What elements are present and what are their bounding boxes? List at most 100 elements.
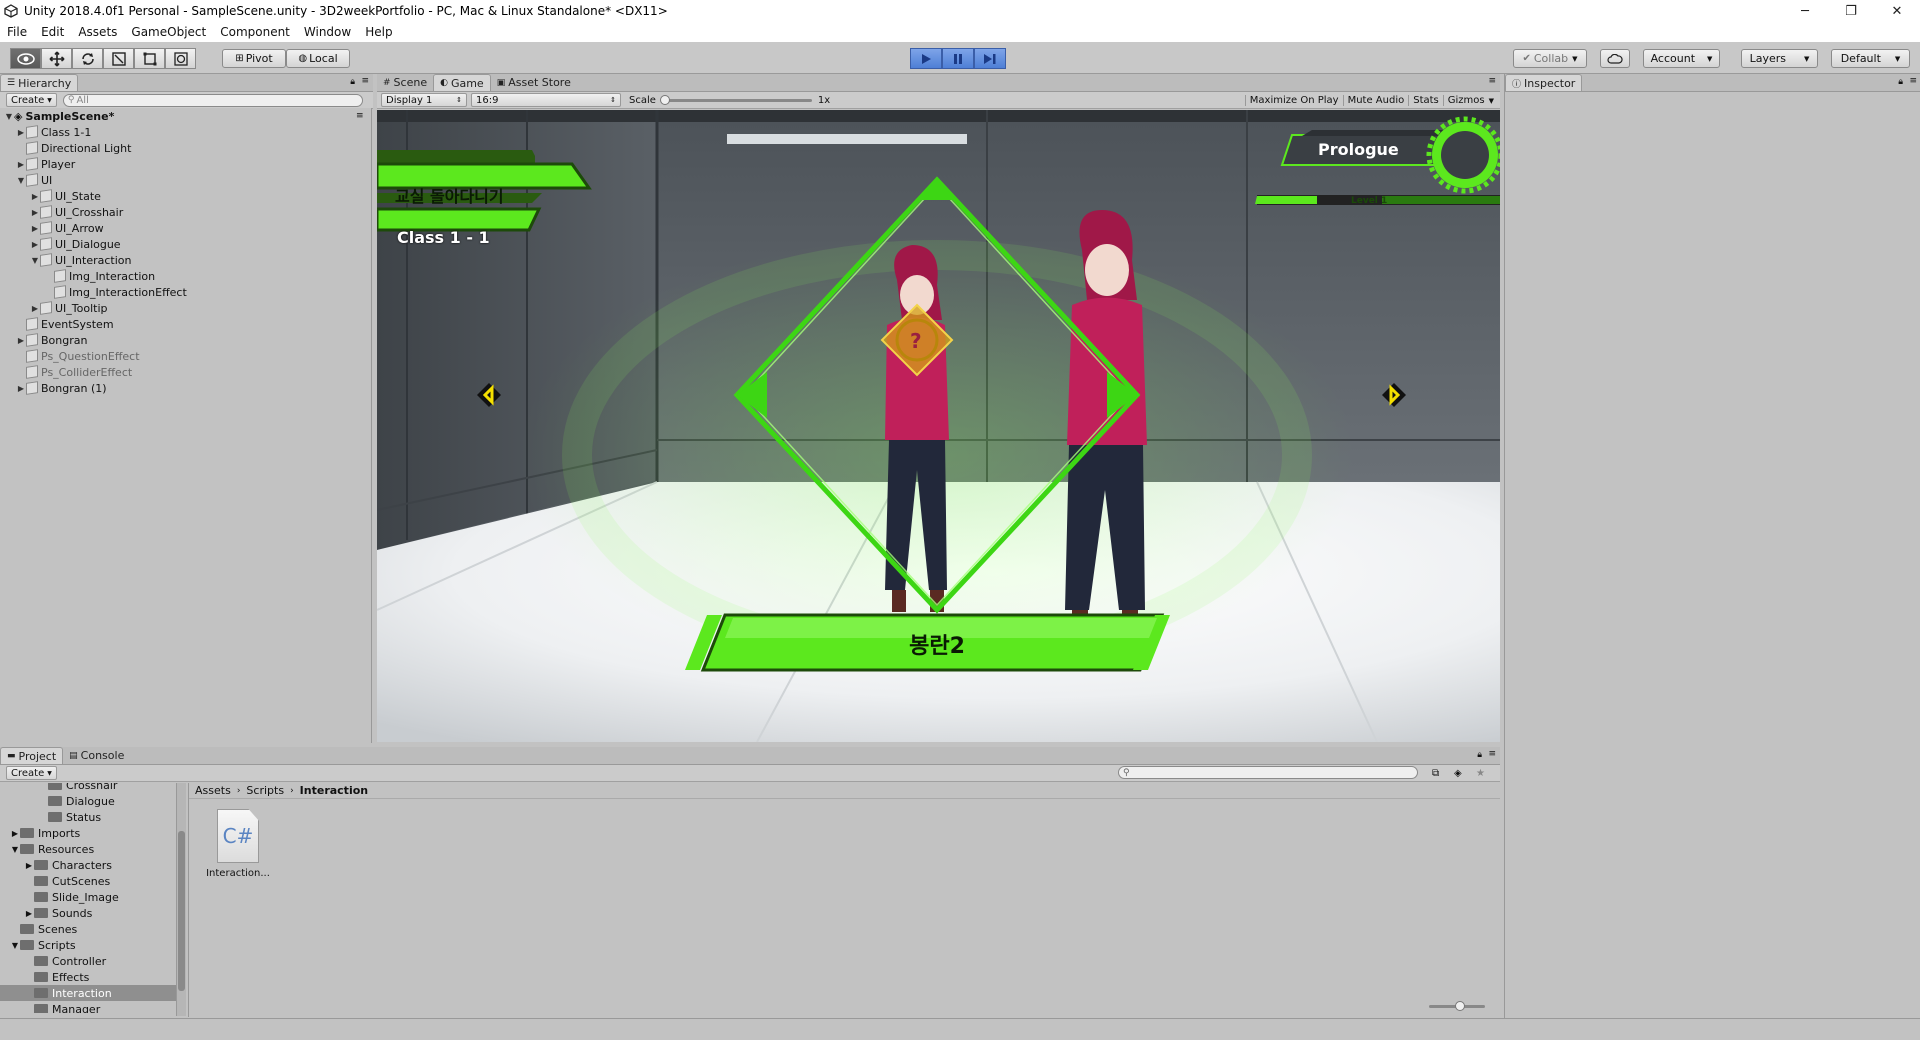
view-tool-button[interactable] — [10, 48, 41, 69]
chevron-right-icon[interactable]: ▶ — [16, 384, 26, 393]
pivot-toggle[interactable]: ⊞ Pivot — [222, 49, 286, 68]
hierarchy-row[interactable]: ▶ UI_Tooltip — [30, 300, 108, 316]
hierarchy-row[interactable]: Ps_ColliderEffect — [16, 364, 132, 380]
hierarchy-create-button[interactable]: Create ▼ — [6, 93, 57, 107]
hierarchy-row[interactable]: Directional Light — [16, 140, 131, 156]
scroll-thumb[interactable] — [178, 831, 185, 991]
hierarchy-row[interactable]: Img_InteractionEffect — [44, 284, 187, 300]
hierarchy-row[interactable]: ▼ UI — [16, 172, 52, 188]
chevron-right-icon[interactable]: ▶ — [24, 909, 34, 918]
rotate-tool-button[interactable] — [72, 48, 103, 69]
breadcrumb-interaction[interactable]: Interaction — [300, 784, 368, 797]
tab-scene[interactable]: # Scene — [377, 74, 433, 91]
chevron-right-icon[interactable]: ▶ — [30, 240, 40, 249]
transform-tool-button[interactable] — [165, 48, 196, 69]
chevron-down-icon[interactable]: ▼ — [30, 256, 40, 265]
chevron-down-icon[interactable]: ▼ — [4, 112, 14, 121]
move-tool-button[interactable] — [41, 48, 72, 69]
panel-menu-icon[interactable]: ≡ — [1488, 749, 1496, 759]
project-folder-row[interactable]: Dialogue — [0, 793, 176, 809]
scene-root-row[interactable]: ▼ ◈ SampleScene* ≡ — [4, 108, 364, 124]
project-folder-row[interactable]: ▼ Scripts — [0, 937, 176, 953]
lock-icon[interactable]: 🔒︎ — [1898, 77, 1903, 87]
chevron-down-icon[interactable]: ▼ — [10, 941, 20, 950]
panel-menu-icon[interactable]: ≡ — [361, 76, 369, 86]
filter-type-icon[interactable]: ⧉ — [1432, 768, 1439, 779]
chevron-right-icon[interactable]: ▶ — [24, 861, 34, 870]
menu-component[interactable]: Component — [213, 25, 297, 39]
hierarchy-row[interactable]: ▶ Player — [16, 156, 75, 172]
project-folder-row[interactable]: Slide_Image — [0, 889, 176, 905]
panel-menu-icon[interactable]: ≡ — [1488, 76, 1496, 86]
menu-help[interactable]: Help — [358, 25, 399, 39]
chevron-right-icon[interactable]: ▶ — [30, 224, 40, 233]
pause-button[interactable] — [942, 48, 974, 69]
game-view[interactable]: 교실 돌아다니기 Class 1 - 1 Prologue Level 1 ? … — [377, 110, 1500, 742]
hierarchy-row[interactable]: ▶ UI_Dialogue — [30, 236, 121, 252]
chevron-right-icon[interactable]: ▶ — [16, 336, 26, 345]
aspect-dropdown[interactable]: 16:9 ⇕ — [471, 93, 621, 107]
chevron-right-icon[interactable]: ▶ — [30, 208, 40, 217]
chevron-down-icon[interactable]: ▼ — [10, 845, 20, 854]
chevron-right-icon[interactable]: ▶ — [30, 192, 40, 201]
layout-dropdown[interactable]: Default ▼ — [1831, 49, 1910, 68]
chevron-down-icon[interactable]: ▼ — [1489, 97, 1494, 105]
play-button[interactable] — [910, 48, 942, 69]
project-folder-row[interactable]: Crosshair — [0, 783, 176, 793]
menu-window[interactable]: Window — [297, 25, 358, 39]
favorite-star-icon[interactable]: ★ — [1476, 768, 1485, 779]
restore-button[interactable]: ❐ — [1828, 0, 1874, 22]
scale-tool-button[interactable] — [103, 48, 134, 69]
slider-thumb[interactable] — [659, 94, 670, 105]
menu-assets[interactable]: Assets — [71, 25, 124, 39]
slider-thumb[interactable] — [1455, 1001, 1465, 1011]
menu-gameobject[interactable]: GameObject — [124, 25, 213, 39]
hierarchy-row[interactable]: Ps_QuestionEffect — [16, 348, 140, 364]
project-search[interactable]: ⚲ — [1118, 766, 1418, 779]
chevron-right-icon[interactable]: ▶ — [10, 829, 20, 838]
project-folder-row[interactable]: CutScenes — [0, 873, 176, 889]
step-button[interactable] — [974, 48, 1006, 69]
panel-menu-icon[interactable]: ≡ — [1909, 76, 1917, 86]
tab-asset-store[interactable]: ▣ Asset Store — [491, 74, 577, 91]
layers-dropdown[interactable]: Layers ▼ — [1741, 49, 1818, 68]
tab-hierarchy[interactable]: ☰ Hierarchy — [0, 74, 79, 91]
lock-icon[interactable]: 🔒︎ — [350, 77, 355, 87]
close-button[interactable]: ✕ — [1874, 0, 1920, 22]
hierarchy-row[interactable]: ▶ UI_Arrow — [30, 220, 104, 236]
asset-tile[interactable]: C# Interaction... — [203, 809, 273, 879]
tab-console[interactable]: ▤ Console — [63, 747, 130, 764]
maximize-on-play-toggle[interactable]: Maximize On Play — [1244, 95, 1343, 106]
project-folder-row[interactable]: ▼ Resources — [0, 841, 176, 857]
menu-file[interactable]: File — [0, 25, 34, 39]
hierarchy-search[interactable]: ⚲ All — [62, 93, 363, 107]
project-folder-row[interactable]: ▶ Characters — [0, 857, 176, 873]
hierarchy-row[interactable]: ▶ Class 1-1 — [16, 124, 91, 140]
lock-icon[interactable]: 🔒︎ — [1477, 750, 1482, 760]
panel-menu-icon[interactable]: ≡ — [356, 111, 364, 121]
project-folder-row[interactable]: Scenes — [0, 921, 176, 937]
gizmos-dropdown[interactable]: Gizmos — [1442, 95, 1489, 106]
zoom-slider[interactable] — [1429, 1001, 1485, 1011]
breadcrumb-scripts[interactable]: Scripts — [246, 784, 284, 797]
hierarchy-row[interactable]: ▼ UI_Interaction — [30, 252, 131, 268]
hierarchy-row[interactable]: EventSystem — [16, 316, 114, 332]
menu-edit[interactable]: Edit — [34, 25, 71, 39]
tab-inspector[interactable]: ⓘ Inspector — [1505, 74, 1583, 91]
project-folder-row[interactable]: ▶ Sounds — [0, 905, 176, 921]
collab-dropdown[interactable]: ✔ Collab ▼ — [1513, 49, 1587, 68]
project-folder-row[interactable]: Effects — [0, 969, 176, 985]
project-tree-scrollbar[interactable] — [176, 783, 186, 1016]
stats-toggle[interactable]: Stats — [1408, 95, 1443, 106]
project-folder-row[interactable]: Interaction — [0, 985, 176, 1001]
chevron-down-icon[interactable]: ▼ — [16, 176, 26, 185]
hierarchy-row[interactable]: Img_Interaction — [44, 268, 155, 284]
breadcrumb-assets[interactable]: Assets — [195, 784, 231, 797]
project-folder-row[interactable]: Manager — [0, 1001, 176, 1013]
tab-game[interactable]: ◐ Game — [433, 74, 491, 91]
display-dropdown[interactable]: Display 1 ⇕ — [381, 93, 467, 107]
account-dropdown[interactable]: Account ▼ — [1643, 49, 1720, 68]
cloud-button[interactable] — [1600, 49, 1630, 68]
hierarchy-row[interactable]: ▶ Bongran — [16, 332, 87, 348]
hierarchy-row[interactable]: ▶ UI_Crosshair — [30, 204, 123, 220]
